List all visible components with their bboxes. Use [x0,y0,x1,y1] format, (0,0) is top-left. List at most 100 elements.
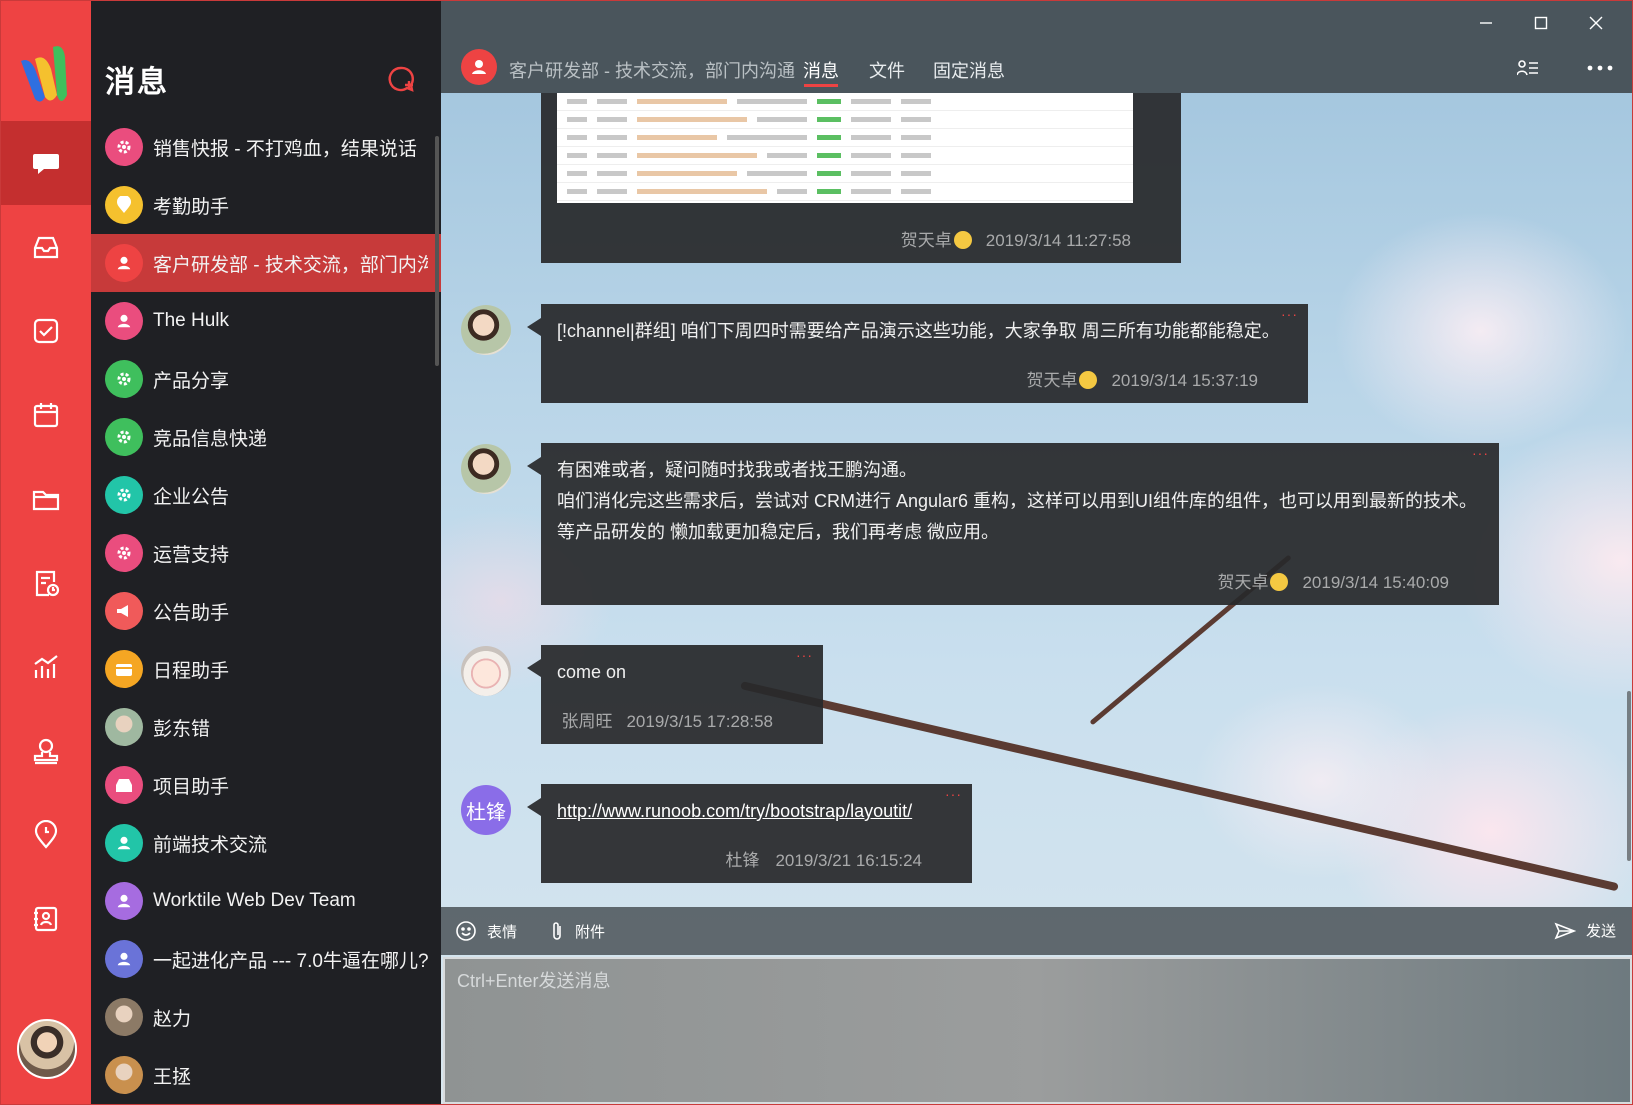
conversation-item[interactable]: 日程助手 [91,640,441,698]
message-author[interactable]: 贺天卓 [1217,573,1268,592]
people-icon [105,244,143,282]
smile-icon [456,921,476,941]
message-bubble: ··· [!channel|群组] 咱们下周四时需要给产品演示这些功能，大家争取… [527,304,1308,403]
sidebar-scrollbar[interactable] [435,136,439,366]
chat-panel: 客户研发部 - 技术交流，部门内沟通 消息 文件 固定消息 贺天卓 2019/3… [441,1,1632,1104]
send-button[interactable]: 发送 [1554,920,1616,941]
nav-location[interactable] [1,793,91,877]
message-bubble: 贺天卓 2019/3/14 11:27:58 [541,93,1181,263]
attach-button[interactable]: 附件 [549,920,605,942]
new-chat-icon[interactable] [384,63,418,97]
conversation-name: 产品分享 [153,370,230,392]
conversation-item[interactable]: 公告助手 [91,582,441,640]
sender-avatar[interactable] [461,444,511,494]
message-author[interactable]: 杜锋 [725,851,759,870]
chat-header: 客户研发部 - 技术交流，部门内沟通 消息 文件 固定消息 [441,1,1632,93]
conversation-list: 销售快报 - 不打鸡血，结果说话 考勤助手 客户研发部 - 技术交流，部门内沟通 Th… [91,118,441,1104]
sender-avatar[interactable] [461,646,511,696]
conversation-item[interactable]: 一起进化产品 --- 7.0牛逼在哪儿? [91,930,441,988]
message-author[interactable]: 张周旺 [561,712,612,731]
conversation-item[interactable]: 产品分享 [91,350,441,408]
image-row [557,147,1133,165]
nav-calendar[interactable] [1,373,91,457]
tab-messages[interactable]: 消息 [803,57,839,83]
conversation-name: 一起进化产品 --- 7.0牛逼在哪儿? [153,950,428,972]
nav-reports[interactable] [1,625,91,709]
gear-icon [105,360,143,398]
conversation-item[interactable]: 竞品信息快递 [91,408,441,466]
more-options-icon[interactable]: ··· [796,647,813,663]
message-composer [443,957,1632,1104]
member-list-icon[interactable] [1517,59,1539,77]
message-input[interactable] [445,959,1630,1102]
more-options-icon[interactable]: ··· [1472,445,1489,461]
close-icon [1589,16,1603,30]
inbox-icon [33,236,59,259]
attach-label: 附件 [575,923,606,941]
minimize-button[interactable] [1471,11,1501,35]
conversation-item[interactable]: The Hulk [91,292,441,350]
message-bubble: ··· 有困难或者，疑问随时找我或者找王鹏沟通。 咱们消化完这些需求后，尝试对 … [527,443,1499,605]
emoji-label: 表情 [487,923,518,941]
more-options-icon[interactable]: ··· [945,786,962,802]
conversation-item[interactable]: 项目助手 [91,756,441,814]
message-time: 2019/3/14 11:27:58 [985,231,1131,250]
conversation-name: 企业公告 [153,486,230,508]
conversation-item[interactable]: 考勤助手 [91,176,441,234]
message-line: 咱们消化完这些需求后，尝试对 CRM进行 Angular6 重构，这样可以用到U… [557,491,1478,511]
conversation-item[interactable]: 王拯 [91,1046,441,1104]
bubble-tail [527,659,541,677]
inbox-icon [105,766,143,804]
tab-files[interactable]: 文件 [869,57,905,83]
conversation-item[interactable]: 销售快报 - 不打鸡血，结果说话 [91,118,441,176]
maximize-button[interactable] [1526,11,1556,35]
message-link[interactable]: http://www.runoob.com/try/bootstrap/layo… [557,801,912,821]
conversation-item[interactable]: 运营支持 [91,524,441,582]
conversation-item[interactable]: 企业公告 [91,466,441,524]
nav-rail [1,1,91,1104]
conversation-item[interactable]: 彭东错 [91,698,441,756]
conversation-item[interactable]: 客户研发部 - 技术交流，部门内沟通 [91,234,441,292]
nav-contacts[interactable] [1,709,91,793]
conversation-name: Worktile Web Dev Team [153,890,356,911]
more-options-icon[interactable] [1587,65,1613,71]
chat-scrollbar[interactable] [1627,691,1631,861]
conversation-sidebar: 消息 销售快报 - 不打鸡血，结果说话 考勤助手 客户研发部 - 技术交流，部门内沟… [91,1,441,1104]
nav-tasks[interactable] [1,289,91,373]
conversation-item[interactable]: 前端技术交流 [91,814,441,872]
people-icon [105,882,143,920]
conversation-item[interactable]: Worktile Web Dev Team [91,872,441,930]
nav-files[interactable] [1,457,91,541]
more-options-icon[interactable]: ··· [1281,306,1298,322]
nav-address-book[interactable] [1,877,91,961]
message-text: [!channel|群组] 咱们下周四时需要给产品演示这些功能，大家争取 周三所… [541,304,1308,347]
nav-messages[interactable] [1,121,91,205]
message-author[interactable]: 贺天卓 [1026,371,1077,390]
checkbox-icon [33,318,59,344]
nav-approval[interactable] [1,541,91,625]
image-row [557,129,1133,147]
smile-icon [1079,371,1098,389]
conversation-item[interactable]: 赵力 [91,988,441,1046]
message-line: come on [557,662,627,682]
message-author[interactable]: 贺天卓 [901,231,952,250]
conversation-name: 日程助手 [153,660,230,682]
active-tab-indicator [804,84,838,87]
emoji-button[interactable]: 表情 [455,920,517,942]
smile-icon [1270,573,1289,591]
sender-avatar[interactable] [461,305,511,355]
sender-avatar[interactable]: 杜锋 [461,785,511,835]
nav-inbox[interactable] [1,205,91,289]
conversation-name: 王拯 [153,1066,192,1088]
message-bubble: ··· come on 张周旺 2019/3/15 17:28:58 [527,645,823,744]
close-button[interactable] [1581,11,1611,35]
user-avatar [105,1056,143,1094]
message-meta: 贺天卓 2019/3/14 11:27:58 [901,226,1131,251]
people-icon [105,302,143,340]
conversation-name: 运营支持 [153,544,230,566]
message-image[interactable] [557,93,1133,203]
tab-pinned[interactable]: 固定消息 [933,57,1005,83]
location-icon [105,186,143,224]
app-window: 消息 销售快报 - 不打鸡血，结果说话 考勤助手 客户研发部 - 技术交流，部门内沟… [0,0,1633,1105]
current-user-avatar[interactable] [17,1019,77,1079]
